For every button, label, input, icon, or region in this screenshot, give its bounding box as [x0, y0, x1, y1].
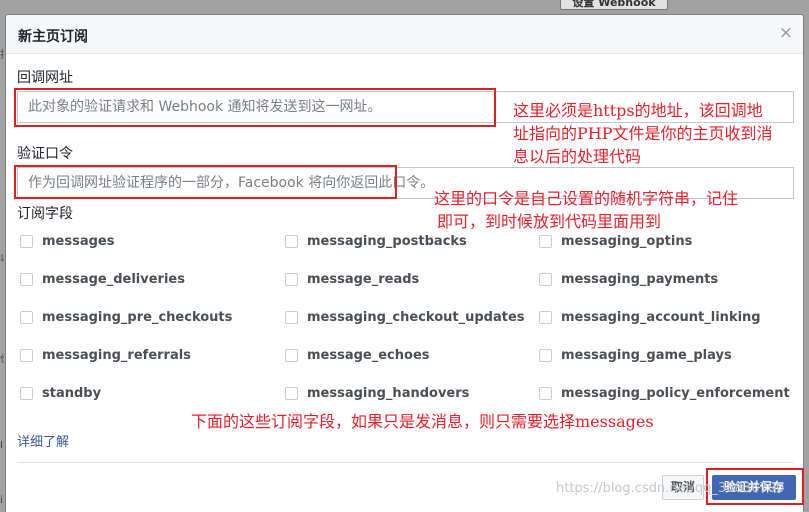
field-checkbox-standby[interactable]: standby — [20, 382, 101, 404]
footer-divider — [17, 462, 794, 463]
checkbox[interactable] — [539, 234, 552, 248]
field-label: message_echoes — [307, 347, 430, 363]
checkbox[interactable] — [20, 386, 33, 400]
verify-token-label: 验证口令 — [17, 146, 73, 162]
field-checkbox-messaging-referrals[interactable]: messaging_referrals — [20, 344, 191, 366]
field-label: messaging_policy_enforcement — [561, 385, 790, 401]
field-checkbox-messaging-handovers[interactable]: messaging_handovers — [285, 382, 469, 404]
annotation-line: 址指向的PHP文件是你的主页收到消 — [513, 124, 773, 143]
edge-text-2: 以 — [0, 250, 4, 265]
field-checkbox-messaging-postbacks[interactable]: messaging_postbacks — [285, 230, 467, 252]
checkbox[interactable] — [539, 348, 552, 362]
checkbox[interactable] — [285, 310, 298, 324]
checkbox[interactable] — [285, 234, 298, 248]
field-label: standby — [42, 385, 102, 401]
annotation-line: 即可，到时候放到代码里面用到 — [437, 212, 662, 231]
edge-text-1: 排 — [0, 46, 4, 61]
field-checkbox-messaging-checkout-updates[interactable]: messaging_checkout_updates — [285, 306, 525, 328]
field-checkbox-message-deliveries[interactable]: message_deliveries — [20, 268, 185, 290]
field-label: messaging_payments — [561, 271, 719, 287]
field-checkbox-messaging-pre-checkouts[interactable]: messaging_pre_checkouts — [20, 306, 232, 328]
checkbox[interactable] — [539, 272, 552, 286]
callback-url-label: 回调网址 — [17, 70, 73, 86]
checkbox[interactable] — [20, 234, 33, 248]
annotation-note-verify-token: 这里的口令是自己设置的随机字符串，记住 即可，到时候放到代码里面用到 — [434, 187, 738, 233]
field-label: messaging_postbacks — [307, 233, 467, 249]
field-label: messaging_game_plays — [561, 347, 732, 363]
annotation-note-fields: 下面的这些订阅字段，如果只是发消息，则只需要选择messages — [191, 412, 654, 431]
field-checkbox-message-echoes[interactable]: message_echoes — [285, 344, 430, 366]
field-label: messaging_referrals — [42, 347, 191, 363]
field-label: messaging_checkout_updates — [307, 309, 525, 325]
field-label: messages — [42, 233, 115, 249]
field-label: message_reads — [307, 271, 420, 287]
checkbox[interactable] — [539, 310, 552, 324]
field-label: messaging_pre_checkouts — [42, 309, 233, 325]
field-checkbox-message-reads[interactable]: message_reads — [285, 268, 419, 290]
annotation-line: 这里的口令是自己设置的随机字符串，记住 — [434, 189, 739, 208]
field-label: messaging_handovers — [307, 385, 470, 401]
checkbox[interactable] — [285, 272, 298, 286]
field-checkbox-messaging-payments[interactable]: messaging_payments — [539, 268, 718, 290]
edge-text-5: i — [0, 495, 3, 506]
annotation-line: 息以后的处理代码 — [513, 147, 642, 166]
checkbox[interactable] — [20, 272, 33, 286]
dialog-header: 新主页订阅 × — [6, 15, 803, 54]
field-label: message_deliveries — [42, 271, 185, 287]
checkbox[interactable] — [20, 310, 33, 324]
field-label: messaging_account_linking — [561, 309, 761, 325]
checkbox[interactable] — [285, 386, 298, 400]
close-icon[interactable]: × — [779, 24, 793, 42]
edge-text-4: I — [0, 440, 3, 451]
setup-webhook-button[interactable]: 设置 Webhook — [560, 0, 668, 10]
checkbox[interactable] — [285, 348, 298, 362]
field-checkbox-messaging-policy-enforcement[interactable]: messaging_policy_enforcement — [539, 382, 790, 404]
edge-text-3: 价 — [0, 350, 4, 365]
checkbox[interactable] — [539, 386, 552, 400]
field-checkbox-messages[interactable]: messages — [20, 230, 114, 252]
field-checkbox-messaging-game-plays[interactable]: messaging_game_plays — [539, 344, 732, 366]
learn-more-link[interactable]: 详细了解 — [17, 431, 69, 450]
field-checkbox-messaging-account-linking[interactable]: messaging_account_linking — [539, 306, 761, 328]
watermark: https://blog.csdn.net/qq_38836700 — [556, 481, 785, 496]
annotation-line: 这里必须是https的地址，该回调地 — [513, 101, 763, 120]
subscription-fields-label: 订阅字段 — [17, 206, 73, 222]
new-page-subscription-dialog: 新主页订阅 × 回调网址 验证口令 订阅字段 messages messagin… — [5, 14, 804, 512]
dialog-title: 新主页订阅 — [18, 29, 88, 45]
checkbox[interactable] — [20, 348, 33, 362]
annotation-note-callback-url: 这里必须是https的地址，该回调地 址指向的PHP文件是你的主页收到消 息以后… — [513, 99, 773, 168]
field-checkbox-messaging-optins[interactable]: messaging_optins — [539, 230, 692, 252]
field-label: messaging_optins — [561, 233, 693, 249]
